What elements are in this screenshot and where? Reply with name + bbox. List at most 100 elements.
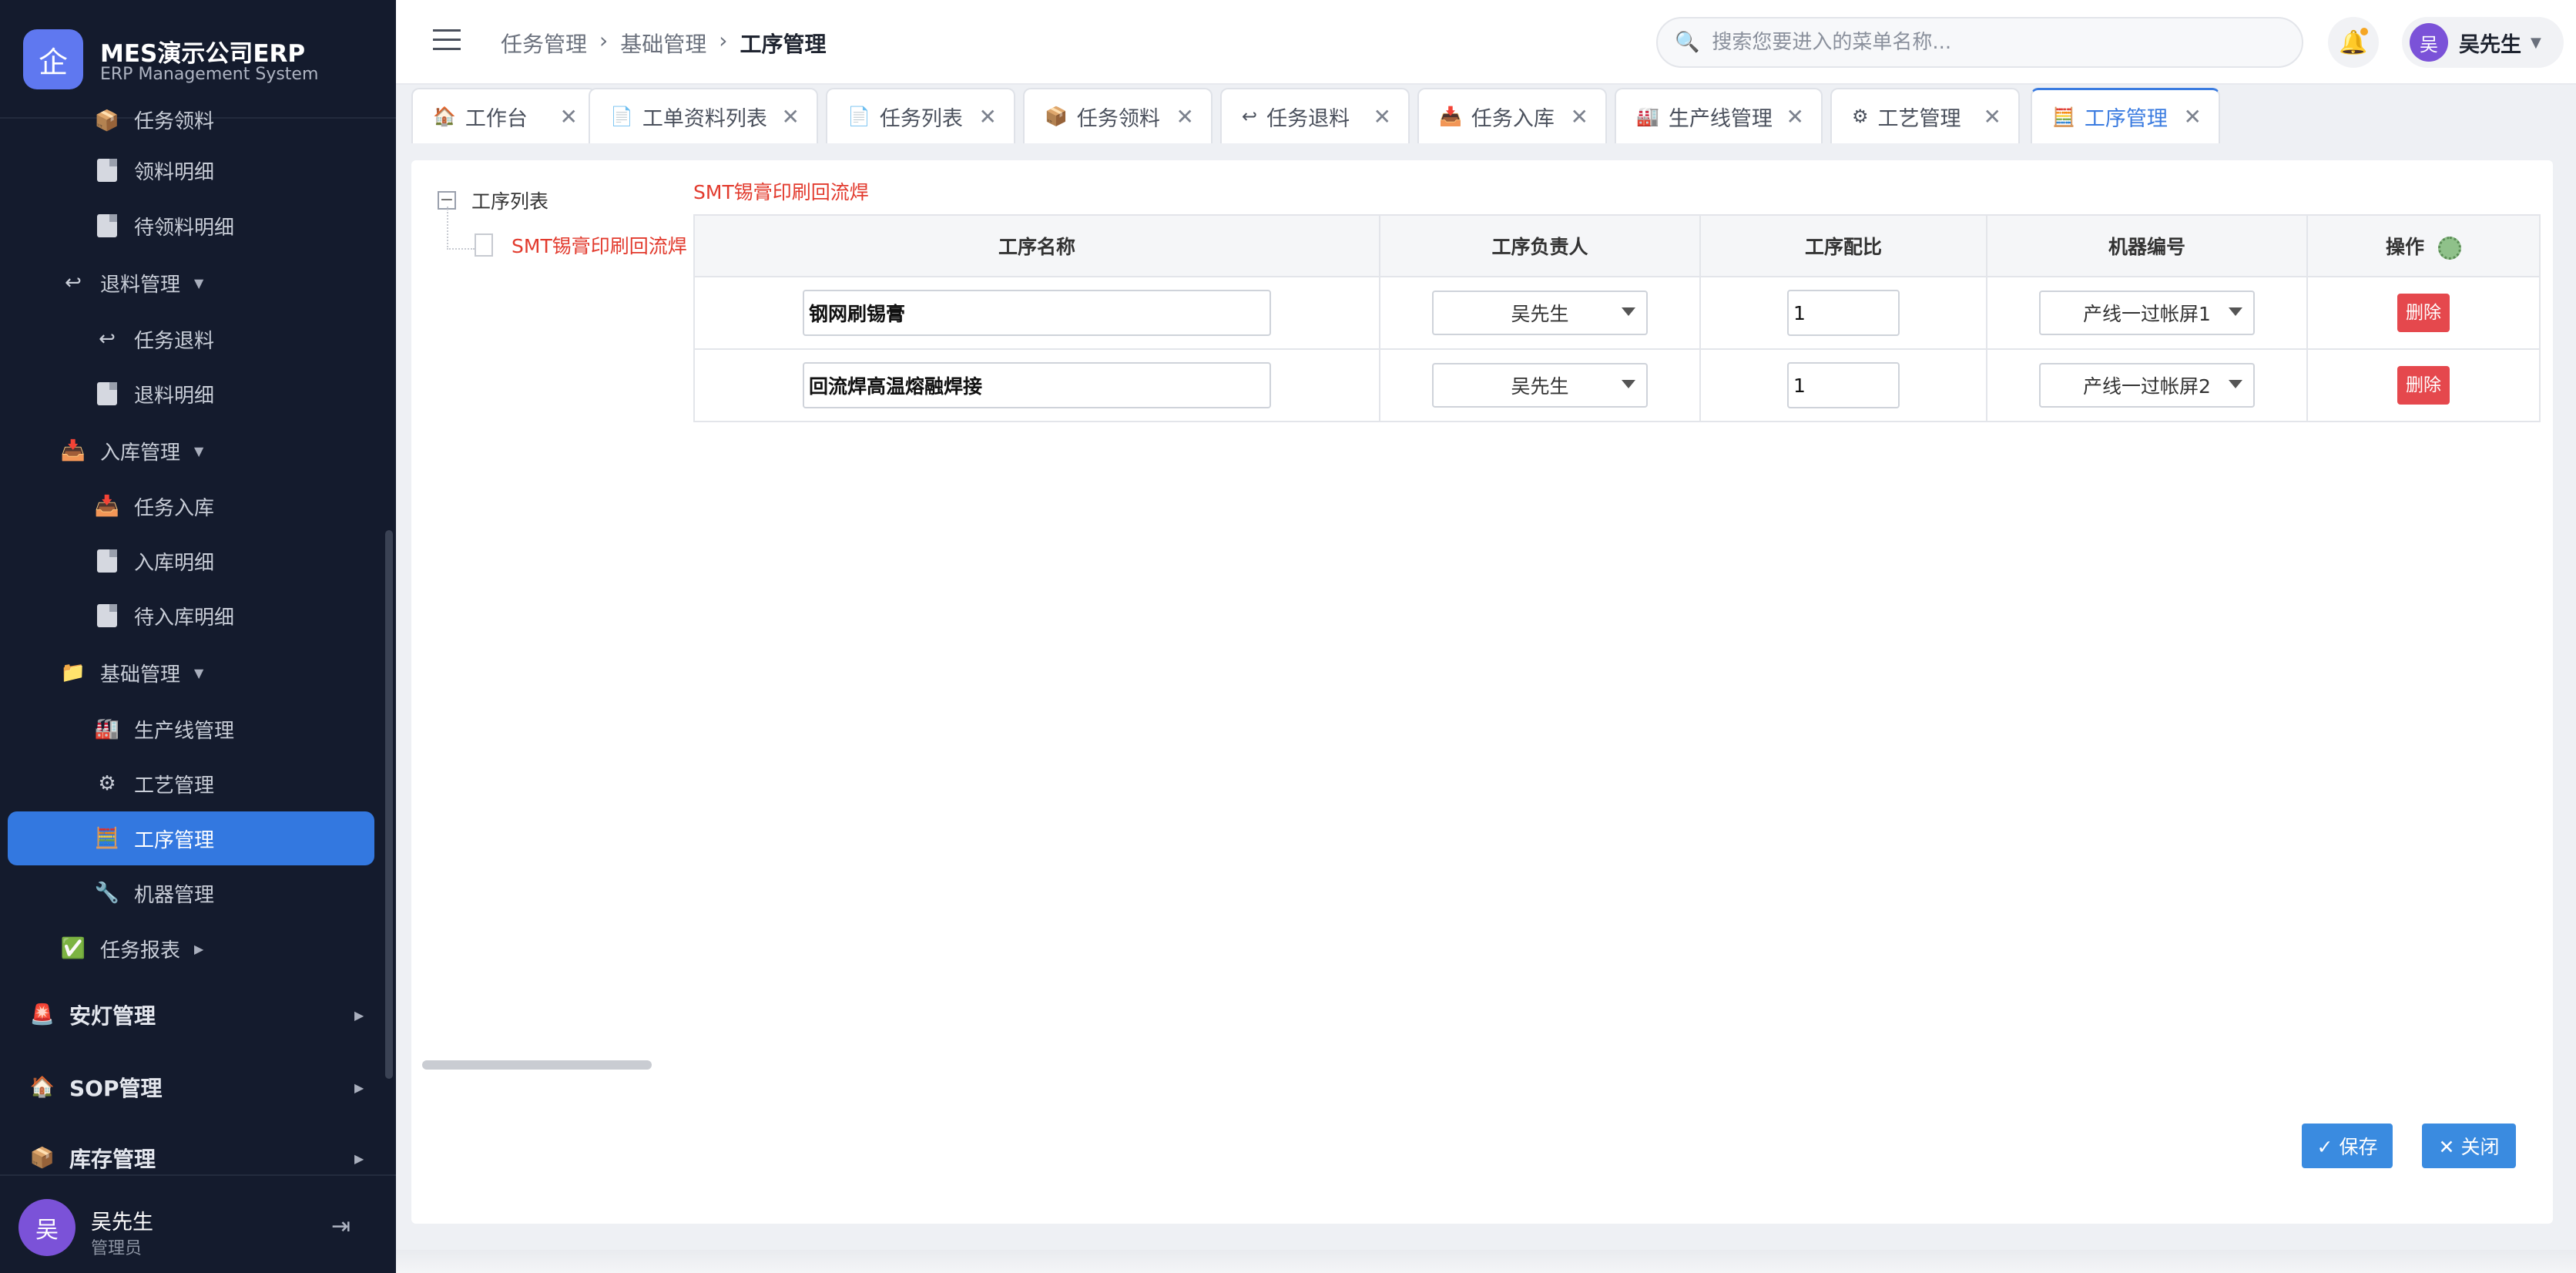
sidebar-item-task-picking[interactable]: 📦 任务领料 bbox=[0, 96, 396, 134]
tab-label: 生产线管理 bbox=[1668, 106, 1773, 131]
sidebar-item-label: 工艺管理 bbox=[134, 774, 215, 798]
close-button[interactable]: ✕ 关闭 bbox=[2422, 1124, 2516, 1168]
caret-down-icon bbox=[2229, 307, 2242, 316]
top-header: 任务管理 › 基础管理 › 工序管理 🔍 🔔 吴 吴先生 ▼ bbox=[396, 0, 2576, 85]
add-row-gear-icon[interactable] bbox=[2438, 237, 2461, 260]
header-user-menu[interactable]: 吴 吴先生 ▼ bbox=[2402, 17, 2564, 68]
sidebar-item-picking-detail[interactable]: 领料明细 bbox=[0, 143, 396, 197]
sidebar-item-production-line[interactable]: 🏭 生产线管理 bbox=[0, 702, 396, 756]
route-title: SMT锡膏印刷回流焊 bbox=[693, 181, 869, 203]
save-button[interactable]: ✓ 保存 bbox=[2302, 1124, 2393, 1168]
column-header: 工序负责人 bbox=[1379, 214, 1701, 277]
close-icon[interactable]: ✕ bbox=[1176, 104, 1194, 129]
sidebar-item-pending-picking[interactable]: 待领料明细 bbox=[0, 199, 396, 253]
breadcrumb-separator-icon: › bbox=[599, 28, 609, 53]
factory-icon: 🏭 bbox=[1636, 106, 1659, 127]
sidebar-group-andon[interactable]: 🚨 安灯管理 ▶ bbox=[0, 988, 396, 1042]
machine-select[interactable]: 产线一过帐屏1 bbox=[2039, 291, 2255, 335]
chevron-down-icon: ▼ bbox=[194, 275, 204, 291]
tab-process-craft[interactable]: ⚙ 工艺管理 ✕ bbox=[1830, 88, 2020, 143]
close-icon[interactable]: ✕ bbox=[1571, 104, 1588, 129]
tree-root-label: 工序列表 bbox=[471, 190, 549, 213]
search-input[interactable] bbox=[1712, 31, 2252, 54]
header-user-name: 吴先生 bbox=[2459, 32, 2521, 57]
chevron-down-icon: ▼ bbox=[194, 665, 204, 680]
close-icon[interactable]: ✕ bbox=[1984, 104, 2001, 129]
abacus-icon: 🧮 bbox=[94, 827, 120, 850]
close-icon[interactable]: ✕ bbox=[2184, 104, 2202, 129]
sidebar-item-label: SOP管理 bbox=[69, 1076, 163, 1101]
ratio-input[interactable]: 1 bbox=[1787, 290, 1900, 336]
sidebar-item-inbound-detail[interactable]: 入库明细 bbox=[0, 534, 396, 588]
menu-search[interactable]: 🔍 bbox=[1656, 17, 2303, 68]
chevron-right-icon: ▶ bbox=[354, 1007, 364, 1023]
tab-workbench[interactable]: 🏠 工作台 ✕ bbox=[411, 88, 596, 143]
machine-select-value: 产线一过帐屏1 bbox=[2083, 303, 2211, 325]
operation-name-input[interactable]: 回流焊高温熔融焊接 bbox=[803, 362, 1271, 408]
close-icon[interactable]: ✕ bbox=[560, 104, 578, 129]
sidebar-group-inbound[interactable]: 📥 入库管理 ▼ bbox=[0, 424, 396, 478]
sidebar-group-sop[interactable]: 🏠 SOP管理 ▶ bbox=[0, 1060, 396, 1114]
sidebar-group-report[interactable]: ✅ 任务报表 ▶ bbox=[0, 922, 396, 976]
siren-icon: 🚨 bbox=[29, 1003, 55, 1026]
inbox-tray-icon: 📥 bbox=[94, 495, 120, 518]
delete-button[interactable]: 删除 bbox=[2397, 294, 2450, 332]
sidebar-user: 吴 吴先生 管理员 ⇥ bbox=[0, 1174, 396, 1273]
tab-task-picking[interactable]: 📦 任务领料 ✕ bbox=[1023, 88, 1213, 143]
tab-task-inbound[interactable]: 📥 任务入库 ✕ bbox=[1417, 88, 1607, 143]
tab-label: 任务列表 bbox=[879, 106, 963, 131]
sidebar-item-task-inbound[interactable]: 📥 任务入库 bbox=[0, 479, 396, 533]
breadcrumb-item[interactable]: 基础管理 bbox=[620, 28, 706, 59]
column-header: 工序名称 bbox=[693, 214, 1380, 277]
notification-bell-icon[interactable]: 🔔 bbox=[2328, 17, 2379, 68]
inbox-tray-icon: 📥 bbox=[60, 439, 86, 462]
user-role: 管理员 bbox=[91, 1239, 143, 1258]
owner-select[interactable]: 吴先生 bbox=[1432, 363, 1648, 408]
sidebar-scrollbar[interactable] bbox=[385, 530, 393, 1079]
tab-task-return[interactable]: ↩ 任务退料 ✕ bbox=[1220, 88, 1410, 143]
gear-icon: ⚙ bbox=[98, 772, 116, 795]
document-icon: 📄 bbox=[610, 106, 633, 127]
sidebar-item-task-return[interactable]: ↩ 任务退料 bbox=[0, 312, 396, 366]
tab-operation-management[interactable]: 🧮 工序管理 ✕ bbox=[2031, 88, 2220, 143]
sidebar-group-basic[interactable]: 📁 基础管理 ▼ bbox=[0, 646, 396, 700]
document-icon bbox=[94, 381, 120, 407]
document-icon bbox=[94, 157, 120, 183]
tab-task-list[interactable]: 📄 任务列表 ✕ bbox=[826, 88, 1015, 143]
sidebar-item-return-detail[interactable]: 退料明细 bbox=[0, 367, 396, 421]
sidebar-item-label: 待领料明细 bbox=[134, 216, 235, 240]
brand-title: MES演示公司ERP bbox=[100, 40, 306, 68]
logout-icon[interactable]: ⇥ bbox=[331, 1213, 351, 1240]
brand-subtitle: ERP Management System bbox=[100, 65, 319, 84]
close-icon[interactable]: ✕ bbox=[979, 104, 997, 129]
sidebar-item-machine[interactable]: 🔧 机器管理 bbox=[0, 866, 396, 920]
sidebar-item-pending-inbound[interactable]: 待入库明细 bbox=[0, 589, 396, 643]
delete-button[interactable]: 删除 bbox=[2397, 366, 2450, 405]
close-icon[interactable]: ✕ bbox=[1786, 104, 1804, 129]
owner-select-value: 吴先生 bbox=[1511, 303, 1569, 325]
sidebar-group-return[interactable]: ↩ 退料管理 ▼ bbox=[0, 256, 396, 310]
operation-name-input[interactable]: 钢网刷锡膏 bbox=[803, 290, 1271, 336]
sidebar-item-label: 领料明细 bbox=[134, 160, 215, 184]
tab-production-line[interactable]: 🏭 生产线管理 ✕ bbox=[1615, 88, 1823, 143]
horizontal-scrollbar[interactable] bbox=[422, 1060, 652, 1070]
sidebar-item-operation-management[interactable]: 🧮 工序管理 bbox=[8, 811, 374, 865]
chevron-right-icon: ▶ bbox=[354, 1150, 364, 1166]
chevron-down-icon: ▼ bbox=[2531, 34, 2541, 51]
package-icon: 📦 bbox=[29, 1147, 55, 1170]
close-icon[interactable]: ✕ bbox=[782, 104, 800, 129]
document-icon bbox=[94, 548, 120, 574]
column-header-actions: 操作 bbox=[2306, 214, 2541, 277]
breadcrumb-item[interactable]: 任务管理 bbox=[501, 28, 587, 59]
owner-select[interactable]: 吴先生 bbox=[1432, 291, 1648, 335]
sidebar-item-label: 任务领料 bbox=[134, 110, 215, 133]
ratio-input[interactable]: 1 bbox=[1787, 362, 1900, 408]
return-icon: ↩ bbox=[99, 327, 116, 351]
machine-select[interactable]: 产线一过帐屏2 bbox=[2039, 363, 2255, 408]
tab-work-order-list[interactable]: 📄 工单资料列表 ✕ bbox=[589, 88, 818, 143]
breadcrumb-separator-icon: › bbox=[719, 28, 728, 53]
file-icon bbox=[475, 233, 493, 257]
menu-toggle-icon[interactable] bbox=[433, 29, 461, 52]
sidebar-item-process-craft[interactable]: ⚙ 工艺管理 bbox=[0, 757, 396, 811]
close-icon[interactable]: ✕ bbox=[1374, 104, 1391, 129]
